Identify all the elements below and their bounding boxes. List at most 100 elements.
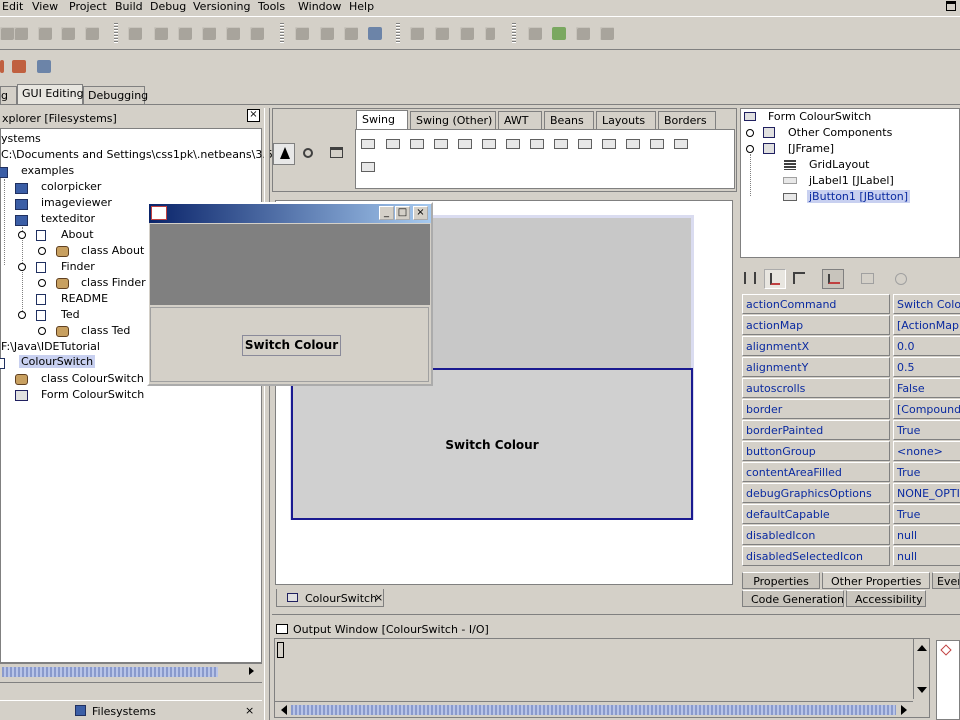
inspector-form[interactable]: Form ColourSwitch [768, 110, 871, 123]
property-value[interactable]: NONE_OPTIO [893, 483, 960, 503]
inspector-jbutton1[interactable]: jButton1 [JButton] [807, 190, 911, 203]
property-row[interactable]: contentAreaFilled True [742, 462, 960, 482]
minimize-button[interactable]: _ [379, 206, 394, 220]
redo-icon[interactable] [250, 27, 264, 40]
menu-tools[interactable]: Tools [258, 0, 285, 13]
tree-ted[interactable]: Ted [61, 308, 80, 321]
tree-imageviewer[interactable]: imageviewer [41, 196, 112, 209]
property-value[interactable]: False [893, 378, 960, 398]
jcombobox-palette-icon[interactable] [506, 139, 520, 149]
scroll-up-icon[interactable] [917, 645, 927, 651]
jcheckbox-palette-icon[interactable] [434, 139, 448, 149]
property-row[interactable]: actionCommandSwitch Colou [742, 294, 960, 314]
tree-class-ted[interactable]: class Ted [81, 324, 130, 337]
maximize-button[interactable]: □ [395, 206, 410, 220]
help-icon[interactable] [895, 273, 907, 285]
tree-readme[interactable]: README [61, 292, 108, 305]
web-icon[interactable] [295, 27, 309, 40]
scroll-right-icon[interactable] [901, 705, 907, 715]
expand-handle-icon[interactable] [746, 145, 754, 153]
compile-icon[interactable] [410, 27, 424, 40]
jtogglebutton-palette-icon[interactable] [410, 139, 424, 149]
property-value[interactable]: [CompoundB [893, 399, 960, 419]
jbutton-palette-icon[interactable] [386, 139, 400, 149]
jfilechooser-palette-icon[interactable] [674, 139, 688, 149]
palette-tab-swing[interactable]: Swing [356, 110, 408, 130]
new-icon[interactable] [0, 27, 14, 40]
output-vertical-scrollbar[interactable] [913, 639, 929, 699]
jlabel-palette-icon[interactable] [361, 139, 375, 149]
accessibility-icon[interactable] [320, 27, 334, 40]
tree-examples[interactable]: examples [21, 164, 74, 177]
property-value[interactable]: True [893, 462, 960, 482]
cut-icon[interactable] [128, 27, 142, 40]
tree-root[interactable]: ystems [1, 132, 41, 145]
running-app-window[interactable]: _ □ × Switch Colour [147, 202, 433, 386]
close-tab-icon[interactable]: × [374, 591, 383, 604]
close-explorer-button[interactable]: × [247, 109, 260, 122]
app-titlebar[interactable]: _ □ × [149, 204, 431, 223]
property-row[interactable]: autoscrolls False [742, 378, 960, 398]
property-value[interactable]: [ActionMap] [893, 315, 960, 335]
property-value[interactable]: Switch Colou [893, 294, 960, 314]
vertical-splitter[interactable] [264, 108, 270, 720]
property-row[interactable]: alignmentX 0.0 [742, 336, 960, 356]
tab-code-generation[interactable]: Code Generation [742, 590, 844, 607]
tree-class-about[interactable]: class About [81, 244, 144, 257]
tab-gui-editing[interactable]: GUI Editing [17, 84, 84, 105]
breakpoint-icon[interactable] [576, 27, 590, 40]
menu-project[interactable]: Project [69, 0, 107, 13]
expand-handle-icon[interactable] [38, 327, 46, 335]
stop-debug-icon[interactable] [600, 27, 614, 40]
text-cursor[interactable] [277, 642, 284, 658]
tab-properties[interactable]: Properties [742, 572, 820, 589]
sort-by-name-button[interactable] [764, 269, 786, 289]
property-row[interactable]: disabledIcon null [742, 525, 960, 545]
toolbar-grip[interactable] [114, 23, 118, 43]
toolbar-grip[interactable] [512, 23, 516, 43]
expand-handle-icon[interactable] [18, 263, 26, 271]
property-row[interactable]: debugGraphicsOptionsNONE_OPTIO [742, 483, 960, 503]
error-icon[interactable] [940, 644, 952, 656]
expand-handle-icon[interactable] [746, 129, 754, 137]
palette-tab-borders[interactable]: Borders [658, 111, 716, 129]
save-icon[interactable] [38, 27, 52, 40]
component-icon[interactable] [0, 60, 4, 73]
property-value[interactable]: 0.5 [893, 357, 960, 377]
tree-colorpicker[interactable]: colorpicker [41, 180, 101, 193]
connection-mode-icon[interactable] [303, 148, 313, 158]
tab-accessibility[interactable]: Accessibility [846, 590, 926, 607]
undo-icon[interactable] [226, 27, 240, 40]
customize-icon[interactable] [861, 273, 874, 284]
output-horizontal-scrollbar[interactable] [275, 701, 913, 717]
print-icon[interactable] [85, 27, 99, 40]
sort-by-type-icon[interactable] [793, 272, 805, 284]
jtoolbar-palette-icon[interactable] [602, 139, 616, 149]
bean-icon[interactable] [12, 60, 26, 73]
property-row[interactable]: buttonGroup <none> [742, 441, 960, 461]
menu-debug[interactable]: Debug [150, 0, 186, 13]
explorer-horizontal-scrollbar[interactable] [0, 663, 262, 679]
tab-events[interactable]: Even [932, 572, 960, 589]
jbuttongroup-palette-icon[interactable] [482, 139, 496, 149]
palette-tab-layouts[interactable]: Layouts [596, 111, 656, 129]
test-icon[interactable] [37, 60, 51, 73]
build-icon[interactable] [435, 27, 449, 40]
tab-debugging[interactable]: Debugging [83, 86, 148, 104]
expand-handle-icon[interactable] [38, 247, 46, 255]
unsorted-icon[interactable] [744, 272, 756, 284]
inspector-jlabel1[interactable]: jLabel1 [JLabel] [809, 174, 894, 187]
inspector-gridlayout[interactable]: GridLayout [809, 158, 869, 171]
scroll-left-icon[interactable] [281, 705, 287, 715]
start-debug-icon[interactable] [552, 27, 566, 40]
paste-icon[interactable] [178, 27, 192, 40]
test-form-icon[interactable] [330, 147, 343, 158]
show-editable-button[interactable] [822, 269, 844, 289]
inspector-jframe[interactable]: [JFrame] [788, 142, 834, 155]
find-icon[interactable] [344, 27, 358, 40]
jtextfield-palette-icon[interactable] [554, 139, 568, 149]
tab-colourswitch[interactable]: ColourSwitch × [276, 589, 384, 607]
jpanel-palette-icon[interactable] [626, 139, 640, 149]
tab-filesystems[interactable]: Filesystems [92, 705, 156, 718]
property-row[interactable]: border[CompoundB [742, 399, 960, 419]
